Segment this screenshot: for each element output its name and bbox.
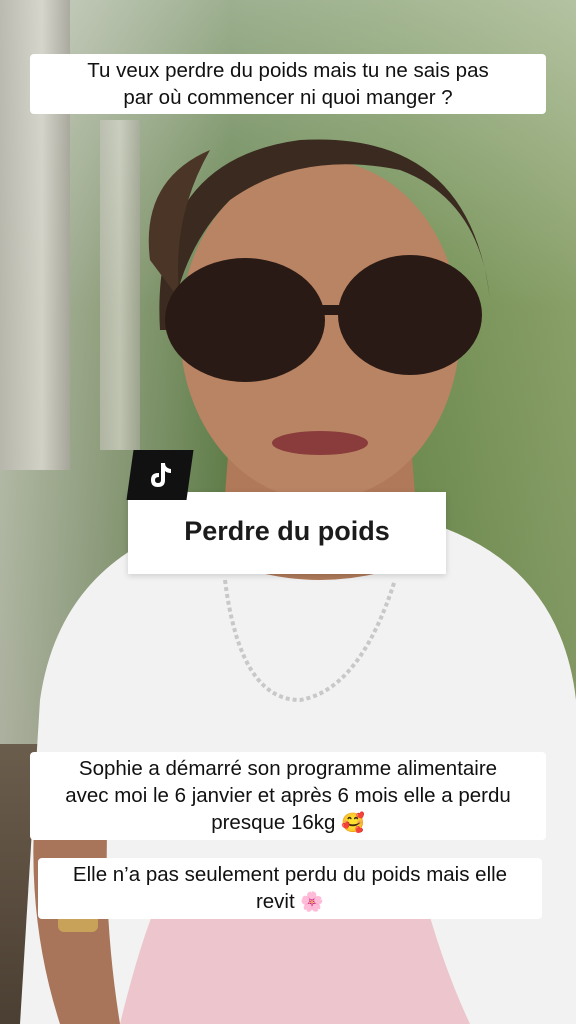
caption-mid-line1: Sophie a démarré son programme alimentai… xyxy=(78,757,498,780)
caption-top: Tu veux perdre du poids mais tu ne sais … xyxy=(30,54,546,114)
caption-middle: Sophie a démarré son programme alimentai… xyxy=(30,752,546,840)
caption-top-line1: Tu veux perdre du poids mais tu ne sais … xyxy=(87,59,489,82)
caption-lower: Elle n’a pas seulement perdu du poids ma… xyxy=(38,858,542,919)
topic-tag[interactable]: Perdre du poids xyxy=(128,492,446,574)
cherry-blossom-emoji: 🌸 xyxy=(300,891,325,913)
caption-top-line2: par où commencer ni quoi manger ? xyxy=(123,86,453,109)
caption-low-line2: revit 🌸 xyxy=(38,888,542,916)
caption-low-line2-text: revit xyxy=(255,890,295,913)
caption-mid-line3-text: presque 16kg xyxy=(211,811,336,834)
smiling-face-hearts-emoji: 🥰 xyxy=(341,812,365,834)
tiktok-icon xyxy=(126,450,194,500)
caption-low-line1: Elle n’a pas seulement perdu du poids ma… xyxy=(72,863,508,886)
caption-mid-line2: avec moi le 6 janvier et après 6 mois el… xyxy=(65,784,511,807)
caption-mid-line3: presque 16kg 🥰 xyxy=(30,809,546,837)
topic-tag-label: Perdre du poids xyxy=(184,516,390,546)
